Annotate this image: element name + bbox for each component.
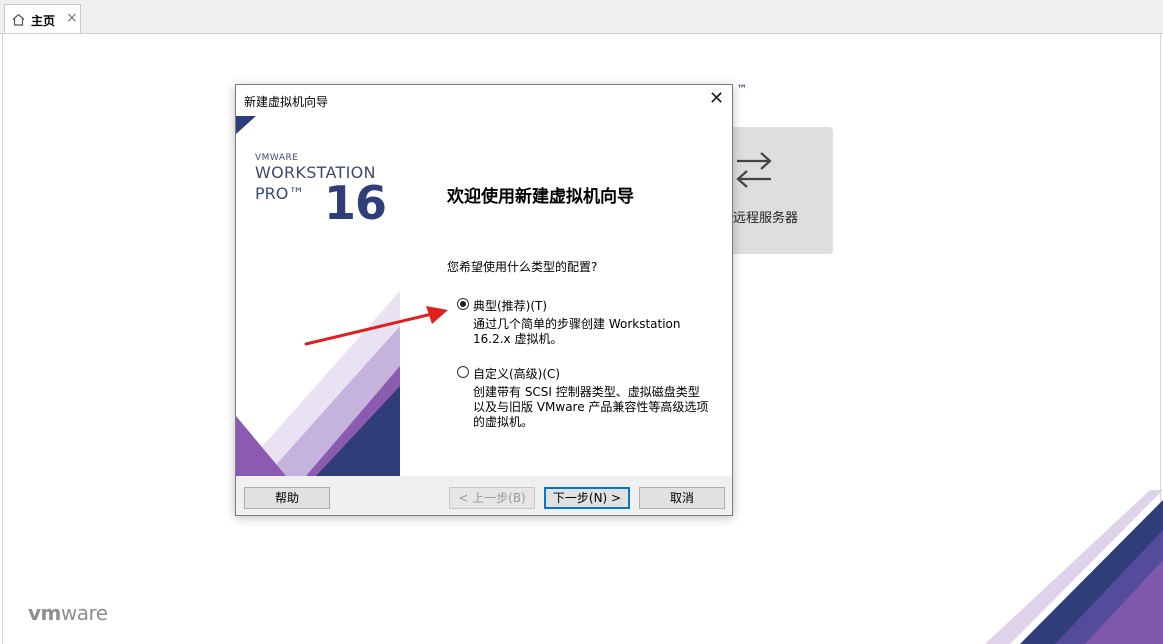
help-button[interactable]: 帮助 <box>244 487 330 509</box>
banner-edition: PRO™ <box>255 184 305 203</box>
option-custom-label: 自定义(高级)(C) <box>473 367 561 381</box>
option-typical-label: 典型(推荐)(T) <box>473 299 548 313</box>
option-typical-description: 通过几个简单的步骤创建 Workstation 16.2.x 虚拟机。 <box>473 317 681 346</box>
back-button[interactable]: < 上一步(B) <box>449 487 535 509</box>
wizard-heading: 欢迎使用新建虚拟机向导 <box>447 187 634 207</box>
dialog-title-bar: 新建虚拟机向导 ✕ <box>236 85 732 116</box>
radio-custom[interactable] <box>457 366 469 378</box>
wizard-banner: VMWARE WORKSTATION PRO™ 16 <box>236 116 400 476</box>
swap-arrows-icon <box>736 152 772 188</box>
cancel-button[interactable]: 取消 <box>639 487 725 509</box>
new-vm-wizard-dialog: 新建虚拟机向导 ✕ VMWARE WORKSTATION PRO™ 16 欢迎使… <box>235 84 733 516</box>
dialog-body: VMWARE WORKSTATION PRO™ 16 欢迎使用新建虚拟机向导 您… <box>236 116 732 476</box>
dialog-title: 新建虚拟机向导 <box>244 95 329 109</box>
config-question: 您希望使用什么类型的配置? <box>447 260 598 274</box>
trademark-mark: ™ <box>737 84 747 95</box>
corner-decoration <box>985 490 1163 644</box>
home-icon <box>12 13 25 26</box>
banner-version: 16 <box>324 176 387 230</box>
tab-label: 主页 <box>31 14 56 28</box>
annotation-arrow <box>304 306 448 346</box>
tab-bar: 主页 × <box>0 0 1163 34</box>
vmware-logo: vmware <box>28 601 108 625</box>
banner-vendor: VMWARE <box>255 153 299 163</box>
radio-typical[interactable] <box>457 298 469 310</box>
next-button[interactable]: 下一步(N) > <box>544 487 630 509</box>
dialog-close-icon[interactable]: ✕ <box>709 88 724 109</box>
remote-server-label: 远程服务器 <box>733 211 799 226</box>
tab-home[interactable]: 主页 × <box>4 4 81 33</box>
tab-close-icon[interactable]: × <box>66 10 78 26</box>
option-custom-description: 创建带有 SCSI 控制器类型、虚拟磁盘类型 以及与旧版 VMware 产品兼容… <box>473 385 709 429</box>
